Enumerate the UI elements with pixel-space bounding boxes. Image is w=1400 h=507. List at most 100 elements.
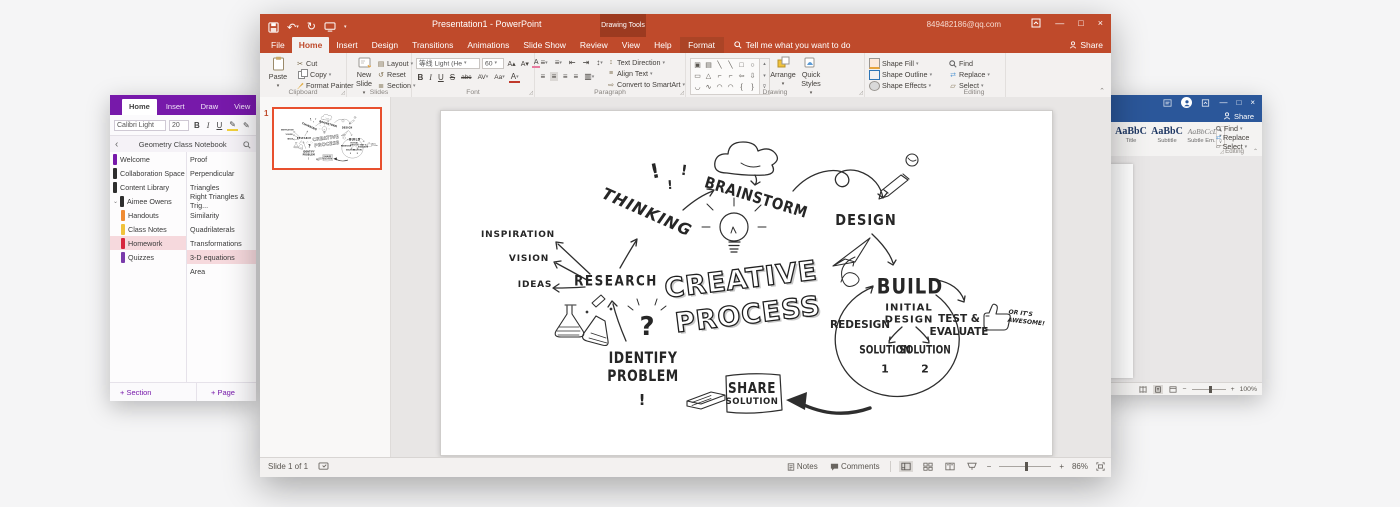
change-case-button[interactable]: Aa▾ [493, 74, 506, 81]
tab-review[interactable]: Review [573, 37, 615, 53]
onenote-tab-view[interactable]: View [227, 99, 257, 115]
tab-insert[interactable]: Insert [329, 37, 364, 53]
web-layout-button[interactable] [1168, 385, 1178, 394]
cut-button[interactable]: ✂Cut [296, 58, 354, 69]
close-button[interactable]: × [1098, 18, 1103, 28]
shape-icon[interactable]: ⇩ [747, 71, 758, 82]
italic-button[interactable]: I [205, 121, 212, 130]
font-size-combo[interactable]: 60 ▾ [482, 58, 504, 69]
onenote-tab-home[interactable]: Home [122, 99, 157, 115]
line-spacing-button[interactable]: ↕▾ [595, 58, 605, 67]
zoom-slider[interactable] [1192, 389, 1226, 390]
dialog-launcher-icon[interactable]: ◿ [341, 90, 345, 96]
minimize-button[interactable]: — [1219, 98, 1227, 107]
shape-icon[interactable]: △ [703, 71, 714, 82]
undo-button[interactable]: ↶▾ [287, 18, 299, 36]
paste-button[interactable]: Paste▾ [262, 56, 294, 90]
slideshow-view-button[interactable] [965, 461, 979, 472]
tab-help[interactable]: Help [647, 37, 678, 53]
arrange-button[interactable]: Arrange▾ [768, 56, 798, 88]
underline-button[interactable]: U [436, 73, 445, 82]
page-item[interactable]: Perpendicular [187, 166, 256, 180]
maximize-button[interactable]: □ [1236, 98, 1241, 107]
tab-animations[interactable]: Animations [460, 37, 516, 53]
dialog-launcher-icon[interactable]: ◿ [1220, 149, 1224, 155]
shape-icon[interactable]: ⌐ [725, 71, 736, 82]
avatar[interactable] [1181, 97, 1192, 108]
expand-chevron-icon[interactable]: ⌄ [113, 198, 118, 205]
collapse-ribbon-button[interactable]: ⌃ [1253, 148, 1258, 155]
bullets-button[interactable]: ≡▾ [539, 58, 549, 67]
tab-home[interactable]: Home [292, 37, 330, 53]
display-settings-icon[interactable] [318, 462, 329, 471]
page-item[interactable]: Proof [187, 152, 256, 166]
find-button[interactable]: Find▾ [1216, 124, 1256, 133]
onenote-tab-insert[interactable]: Insert [159, 99, 192, 115]
redo-button[interactable]: ↻ [307, 22, 316, 33]
style-chip-subtle-emphasis[interactable]: AaBbCcDSubtle Em... [1186, 125, 1220, 144]
tell-me-box[interactable]: Tell me what you want to do [734, 40, 851, 53]
numbering-button[interactable]: ≡▾ [553, 58, 563, 67]
share-button[interactable]: Share [1104, 110, 1262, 122]
normal-view-button[interactable] [899, 461, 913, 472]
comments-button[interactable]: Comments [828, 461, 882, 472]
print-layout-button[interactable] [1153, 385, 1163, 394]
section-item-welcome[interactable]: Welcome [110, 152, 186, 166]
font-size-select[interactable]: 20 [169, 120, 189, 131]
font-name-combo[interactable]: 等线 Light (He ▾ [416, 58, 480, 69]
search-icon[interactable] [243, 141, 251, 149]
page-item[interactable]: Right Triangles & Trig... [187, 194, 256, 208]
add-section-button[interactable]: + Section [110, 383, 197, 401]
zoom-slider-handle[interactable] [1025, 462, 1028, 471]
page-item[interactable]: Area [187, 264, 256, 278]
section-item-collaboration-space[interactable]: Collaboration Space [110, 166, 186, 180]
shape-icon[interactable]: ▣ [692, 60, 703, 71]
character-spacing-button[interactable]: AV▾ [476, 74, 490, 81]
bold-button[interactable]: B [192, 121, 202, 130]
zoom-in-button[interactable]: + [1059, 462, 1064, 471]
dialog-launcher-icon[interactable]: ◿ [859, 90, 863, 96]
style-chip-title[interactable]: AaBbCTitle [1114, 125, 1148, 144]
style-chip-subtitle[interactable]: AaBbCSubtitle [1150, 125, 1184, 144]
section-item-class-notes[interactable]: Class Notes [110, 222, 186, 236]
layout-button[interactable]: ▤Layout▾ [377, 58, 416, 69]
shape-fill-button[interactable]: Shape Fill▾ [869, 58, 932, 69]
pen-icon[interactable]: ✎ [241, 121, 252, 130]
reset-button[interactable]: ↺Reset [377, 69, 416, 80]
account-email[interactable]: 849482186@qq.com [927, 20, 1001, 29]
slide-sorter-view-button[interactable] [921, 461, 935, 472]
slide-thumbnail[interactable]: THINKING ! ! ! BRAINSTORM DESIGN INSPIRA… [272, 107, 382, 170]
page-item-selected[interactable]: 3-D equations [187, 250, 256, 264]
decrease-indent-button[interactable]: ⇤ [567, 58, 577, 67]
grow-font-button[interactable]: A▴ [506, 60, 517, 68]
shape-icon[interactable]: ⇦ [736, 71, 747, 82]
tab-view[interactable]: View [615, 37, 647, 53]
customize-qat-button[interactable]: ▾ [344, 24, 347, 30]
slide-canvas[interactable]: THINKING ! ! ! BRAINSTORM DESIGN INSPIRA… [274, 109, 379, 168]
add-page-button[interactable]: + Page [197, 383, 235, 401]
italic-button[interactable]: I [428, 73, 434, 82]
replace-button[interactable]: ⇄Replace [1216, 133, 1256, 142]
close-button[interactable]: × [1250, 98, 1255, 107]
tab-slide-show[interactable]: Slide Show [516, 37, 573, 53]
ribbon-display-options-icon[interactable] [1031, 18, 1041, 28]
align-text-button[interactable]: ≡Align Text▾ [607, 68, 685, 79]
font-name-select[interactable]: Calibri Light [114, 120, 166, 131]
start-slideshow-icon[interactable] [324, 22, 336, 32]
section-item-homework[interactable]: Homework [110, 236, 186, 250]
toolbar-icon[interactable] [1163, 99, 1172, 107]
strikethrough-button[interactable]: abc [460, 74, 473, 81]
notes-button[interactable]: Notes [785, 461, 820, 472]
slide-canvas[interactable]: THINKING ! ! ! BRAINSTORM DESIGN INSPIRA… [440, 110, 1053, 456]
shape-icon[interactable]: □ [736, 60, 747, 71]
shape-effects-button[interactable]: Shape Effects▾ [869, 80, 932, 91]
shape-icon[interactable]: ⌐ [714, 71, 725, 82]
justify-button[interactable]: ≡ [572, 72, 580, 81]
shape-icon[interactable]: ╲ [714, 60, 725, 71]
highlighter-icon[interactable]: ✎ [227, 120, 238, 131]
zoom-in-button[interactable]: + [1231, 386, 1235, 393]
tab-format[interactable]: Format [680, 37, 724, 53]
page-item[interactable]: Similarity [187, 208, 256, 222]
replace-button[interactable]: ⇄Replace▾ [949, 69, 990, 80]
tab-file[interactable]: File [264, 37, 292, 53]
